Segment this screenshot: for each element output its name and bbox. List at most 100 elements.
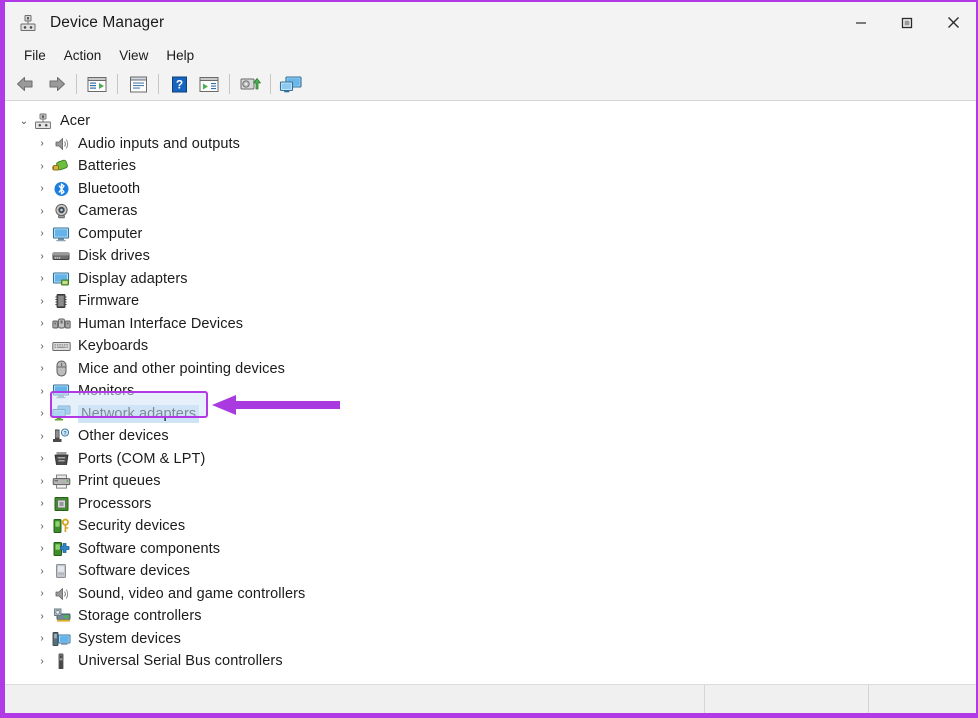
tree-item-acer[interactable]: ⌄ Acer bbox=[5, 110, 976, 133]
scan-for-hardware-changes-button[interactable] bbox=[194, 71, 224, 98]
show-hide-console-tree-button[interactable] bbox=[82, 71, 112, 98]
properties-icon bbox=[128, 75, 149, 94]
chevron-right-icon[interactable]: › bbox=[33, 386, 51, 397]
firmware-icon bbox=[51, 292, 71, 310]
tree-item-human-interface-devices[interactable]: › Human Interface Devices bbox=[5, 313, 976, 336]
chevron-right-icon[interactable]: › bbox=[33, 408, 51, 419]
device-tree: ⌄ Acer › bbox=[5, 107, 976, 687]
chevron-right-icon[interactable]: › bbox=[33, 228, 51, 239]
tree-item-ports[interactable]: › Ports (COM & LPT) bbox=[5, 448, 976, 471]
tree-item-system-devices[interactable]: › System devices bbox=[5, 628, 976, 651]
maximize-button[interactable] bbox=[884, 2, 930, 43]
tree-item-processors[interactable]: › Processors bbox=[5, 493, 976, 516]
chevron-right-icon[interactable]: › bbox=[33, 273, 51, 284]
update-driver-icon bbox=[239, 75, 261, 94]
tree-item-label: Print queues bbox=[78, 473, 161, 489]
chevron-right-icon[interactable]: › bbox=[33, 431, 51, 442]
chevron-right-icon[interactable]: › bbox=[33, 476, 51, 487]
tree-item-cameras[interactable]: › Cameras bbox=[5, 200, 976, 223]
toolbar-separator-2 bbox=[117, 74, 118, 94]
tree-item-software-components[interactable]: › Software components bbox=[5, 538, 976, 561]
tree-item-universal-serial-bus-controllers[interactable]: › Universal Serial Bus controllers bbox=[5, 650, 976, 673]
processor-icon bbox=[51, 495, 71, 513]
sound-controller-icon bbox=[51, 585, 71, 603]
menu-view[interactable]: View bbox=[110, 46, 157, 65]
tree-item-label: Processors bbox=[78, 496, 152, 512]
chevron-right-icon[interactable]: › bbox=[33, 633, 51, 644]
tree-item-mice-and-other-pointing-devices[interactable]: › Mice and other pointing devices bbox=[5, 358, 976, 381]
chevron-right-icon[interactable]: › bbox=[33, 543, 51, 554]
tree-item-computer[interactable]: › Computer bbox=[5, 223, 976, 246]
tree-item-software-devices[interactable]: › Software devices bbox=[5, 560, 976, 583]
svg-text:?: ? bbox=[63, 431, 66, 437]
tree-item-batteries[interactable]: › Batteries bbox=[5, 155, 976, 178]
status-pane-1 bbox=[5, 685, 705, 713]
minimize-button[interactable] bbox=[838, 2, 884, 43]
tree-item-other-devices[interactable]: › ? Other devices bbox=[5, 425, 976, 448]
tree-item-label: Network adapters bbox=[78, 405, 199, 423]
battery-icon bbox=[51, 157, 71, 175]
menu-help[interactable]: Help bbox=[157, 46, 203, 65]
chevron-right-icon[interactable]: › bbox=[33, 341, 51, 352]
chevron-right-icon[interactable]: › bbox=[33, 318, 51, 329]
tree-item-print-queues[interactable]: › Print queues bbox=[5, 470, 976, 493]
tree-item-keyboards[interactable]: › Keyboards bbox=[5, 335, 976, 358]
tree-item-label: Bluetooth bbox=[78, 181, 140, 197]
tree-item-firmware[interactable]: › Firmware bbox=[5, 290, 976, 313]
tree-item-security-devices[interactable]: › Security devices bbox=[5, 515, 976, 538]
chevron-right-icon[interactable]: › bbox=[33, 566, 51, 577]
chevron-right-icon[interactable]: › bbox=[33, 251, 51, 262]
tree-item-label: Monitors bbox=[78, 383, 134, 399]
back-button[interactable] bbox=[11, 71, 41, 98]
chevron-right-icon[interactable]: › bbox=[33, 588, 51, 599]
chevron-right-icon[interactable]: › bbox=[33, 498, 51, 509]
tree-item-label: Disk drives bbox=[78, 248, 150, 264]
tree-item-network-adapters[interactable]: › Network adapters bbox=[5, 403, 976, 426]
display-adapter-icon bbox=[51, 270, 71, 288]
other-devices-icon: ? bbox=[51, 427, 71, 445]
menu-file[interactable]: File bbox=[15, 46, 55, 65]
security-device-icon bbox=[51, 517, 71, 535]
tree-item-bluetooth[interactable]: › Bluetooth bbox=[5, 178, 976, 201]
tree-item-disk-drives[interactable]: › Disk drives bbox=[5, 245, 976, 268]
chevron-right-icon[interactable]: › bbox=[33, 521, 51, 532]
chevron-right-icon[interactable]: › bbox=[33, 161, 51, 172]
computer-node-icon bbox=[33, 112, 53, 130]
chevron-right-icon[interactable]: › bbox=[33, 296, 51, 307]
help-button[interactable]: ? bbox=[164, 71, 194, 98]
title-bar: Device Manager bbox=[5, 2, 976, 43]
tree-item-sound-video-and-game-controllers[interactable]: › Sound, video and game controllers bbox=[5, 583, 976, 606]
chevron-right-icon[interactable]: › bbox=[33, 611, 51, 622]
chevron-right-icon[interactable]: › bbox=[33, 183, 51, 194]
device-manager-icon bbox=[18, 13, 38, 33]
menu-bar: File Action View Help bbox=[5, 43, 976, 68]
update-driver-button[interactable] bbox=[235, 71, 265, 98]
tree-item-label: System devices bbox=[78, 631, 181, 647]
tree-item-label: Acer bbox=[60, 113, 90, 129]
toolbar-separator-3 bbox=[158, 74, 159, 94]
tree-item-label: Other devices bbox=[78, 428, 169, 444]
svg-text:?: ? bbox=[175, 77, 182, 91]
chevron-right-icon[interactable]: › bbox=[33, 206, 51, 217]
properties-button[interactable] bbox=[123, 71, 153, 98]
forward-button[interactable] bbox=[41, 71, 71, 98]
chevron-right-icon[interactable]: › bbox=[33, 138, 51, 149]
hid-icon bbox=[51, 315, 71, 333]
chevron-right-icon[interactable]: › bbox=[33, 363, 51, 374]
camera-icon bbox=[51, 202, 71, 220]
tree-item-label: Ports (COM & LPT) bbox=[78, 451, 205, 467]
chevron-right-icon[interactable]: › bbox=[33, 453, 51, 464]
chevron-down-icon[interactable]: ⌄ bbox=[15, 116, 33, 127]
tree-item-monitors[interactable]: › Monitors bbox=[5, 380, 976, 403]
tree-item-storage-controllers[interactable]: › Storage controllers bbox=[5, 605, 976, 628]
close-button[interactable] bbox=[930, 2, 976, 43]
menu-action[interactable]: Action bbox=[55, 46, 111, 65]
chevron-right-icon[interactable]: › bbox=[33, 656, 51, 667]
tree-item-label: Display adapters bbox=[78, 271, 188, 287]
tree-item-label: Firmware bbox=[78, 293, 139, 309]
tree-item-audio-inputs-and-outputs[interactable]: › Audio inputs and outputs bbox=[5, 133, 976, 156]
show-hidden-devices-button[interactable] bbox=[276, 71, 306, 98]
tree-item-display-adapters[interactable]: › Display adapters bbox=[5, 268, 976, 291]
tree-item-label: Software devices bbox=[78, 563, 190, 579]
toolbar: ? bbox=[5, 68, 976, 101]
